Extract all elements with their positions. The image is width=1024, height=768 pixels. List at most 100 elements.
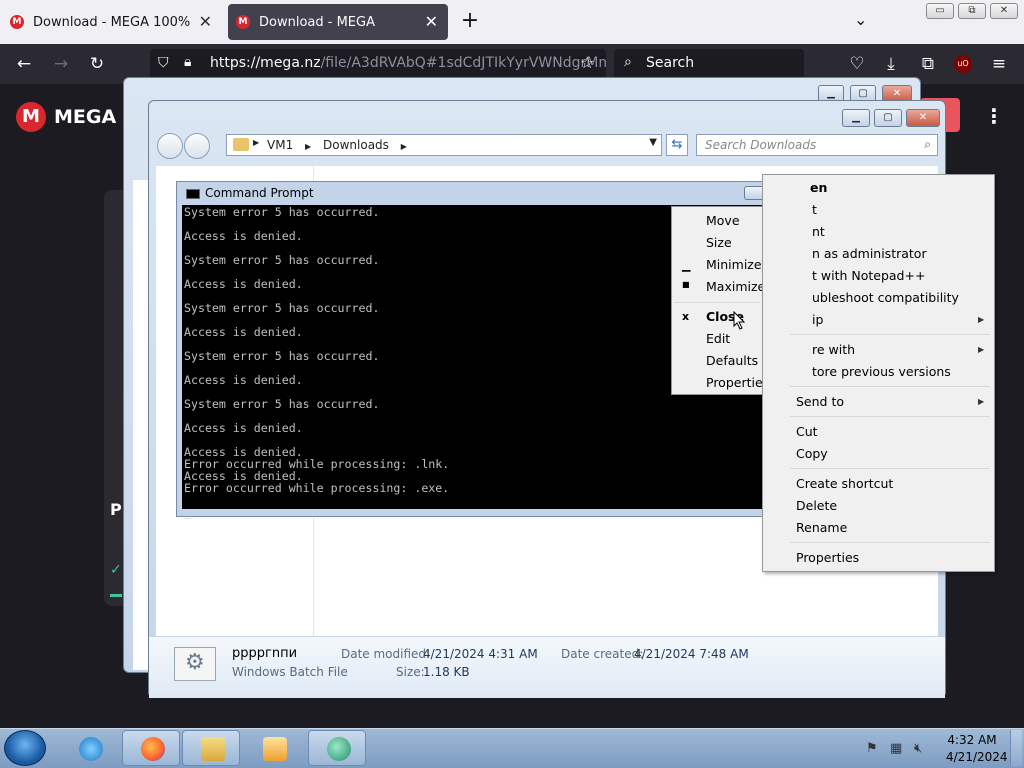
start-button[interactable] [4, 730, 46, 766]
search-downloads-input[interactable]: Search Downloads ⌕ [696, 134, 938, 156]
minimize-glyph-icon: ▁ [682, 259, 691, 272]
close-tab-icon[interactable]: ✕ [425, 12, 438, 31]
menu-item-properties[interactable]: Properties [796, 550, 859, 565]
media-player-icon [263, 737, 287, 761]
menu-item-copy[interactable]: Copy [796, 446, 828, 461]
back-button[interactable] [157, 133, 183, 159]
menu-item-delete[interactable]: Delete [796, 498, 837, 513]
maximize-button[interactable]: ▢ [874, 109, 902, 127]
menu-separator [790, 334, 990, 335]
console-line: Access is denied. [184, 277, 303, 291]
console-line: System error 5 has occurred. [184, 349, 380, 363]
taskbar-explorer[interactable] [182, 730, 240, 766]
console-line: Access is denied. [184, 421, 303, 435]
more-options-icon[interactable]: ⋮ [984, 104, 1004, 128]
breadcrumb-arrow-icon[interactable]: ▶ [401, 142, 407, 151]
clock-time[interactable]: 4:32 AM [946, 733, 998, 747]
minimize-button[interactable] [744, 186, 764, 200]
ublock-origin-icon[interactable]: uO [954, 55, 972, 73]
size-label: Size: [396, 665, 425, 679]
breadcrumb-downloads[interactable]: Downloads [323, 138, 389, 152]
console-line: Access is denied. [184, 325, 303, 339]
menu-item-share-with[interactable]: re with [812, 342, 855, 357]
close-button[interactable]: ✕ [906, 109, 940, 127]
taskbar-firefox[interactable] [122, 730, 180, 766]
back-arrow-icon[interactable]: ← [13, 54, 35, 74]
tab-download-mega[interactable]: M Download - MEGA ✕ [228, 4, 448, 40]
menu-item-print[interactable]: nt [812, 224, 825, 239]
console-line: Access is denied. [184, 373, 303, 387]
batch-file-icon [174, 647, 216, 681]
show-desktop-button[interactable] [1010, 730, 1022, 766]
menu-item-open[interactable]: en [810, 180, 827, 195]
menu-item-rename[interactable]: Rename [796, 520, 847, 535]
shield-icon[interactable]: ⛉ [158, 55, 169, 71]
downloads-icon[interactable]: ⤓ [880, 54, 902, 74]
address-dropdown-icon[interactable]: ▼ [649, 137, 657, 148]
date-created-value: 4/21/2024 7:48 AM [634, 647, 749, 661]
submenu-arrow-icon: ▶ [978, 315, 985, 324]
restore-window-button[interactable]: ⧉ [958, 3, 986, 19]
clock-date[interactable]: 4/21/2024 [946, 750, 1008, 764]
breadcrumb-arrow-icon[interactable]: ▶ [305, 142, 311, 151]
date-modified-value: 4/21/2024 4:31 AM [423, 647, 538, 661]
menu-item-move[interactable]: Move [706, 213, 740, 228]
search-placeholder: Search Downloads [705, 138, 817, 152]
pocket-icon[interactable]: ♡ [846, 54, 868, 74]
minimize-window-button[interactable]: ▭ [926, 3, 954, 19]
forward-arrow-icon[interactable]: → [50, 54, 72, 74]
forward-button[interactable] [184, 133, 210, 159]
menu-item-edit[interactable]: Edit [706, 331, 730, 346]
menu-hamburger-icon[interactable]: ≡ [988, 54, 1010, 74]
menu-item-properties[interactable]: Properties [706, 375, 769, 390]
bookmark-star-icon[interactable]: ☆ [580, 53, 594, 72]
breadcrumb-arrow-icon[interactable]: ▶ [253, 138, 259, 147]
mega-logo[interactable]: M [16, 102, 46, 132]
maximize-glyph-icon: ■ [682, 280, 690, 289]
console-line: _ [184, 505, 191, 519]
search-input[interactable]: ⌕ Search [614, 49, 804, 79]
menu-item-create-shortcut[interactable]: Create shortcut [796, 476, 893, 491]
console-line: System error 5 has occurred. [184, 205, 380, 219]
url-bar[interactable]: https://mega.nz/file/A3dRVAbQ#1sdCdJTIkY… [150, 49, 606, 79]
extensions-icon[interactable]: ⧉ [917, 54, 939, 74]
menu-item-troubleshoot-compatibility[interactable]: ubleshoot compatibility [812, 290, 959, 305]
progress-bar [110, 594, 122, 597]
close-tab-icon[interactable]: ✕ [199, 12, 212, 31]
refresh-icon[interactable]: ⇆ [666, 134, 688, 156]
network-icon[interactable]: ▦ [890, 741, 902, 756]
menu-item-edit[interactable]: t [812, 202, 817, 217]
close-window-button[interactable]: ✕ [990, 3, 1018, 19]
breadcrumb-vm1[interactable]: VM1 [267, 138, 293, 152]
mega-brand-name[interactable]: MEGA [54, 106, 116, 128]
menu-separator [790, 386, 990, 387]
volume-muted-icon[interactable]: 🔇︎ [914, 741, 922, 756]
address-bar[interactable]: ▶ VM1 ▶ Downloads ▶ ▼ [226, 134, 662, 156]
menu-item-cut[interactable]: Cut [796, 424, 818, 439]
menu-item-run-as-administrator[interactable]: n as administrator [812, 246, 927, 261]
taskbar-internet-explorer[interactable] [60, 730, 118, 766]
action-center-flag-icon[interactable]: ⚑ [866, 741, 878, 756]
lock-icon[interactable]: 🔒︎ [184, 54, 191, 70]
file-name: ppppгnпи [232, 646, 298, 661]
url-host: https://mega.nz [210, 55, 321, 71]
menu-item-defaults[interactable]: Defaults [706, 353, 758, 368]
menu-item-size[interactable]: Size [706, 235, 732, 250]
new-tab-button[interactable]: + [458, 8, 482, 36]
menu-separator [790, 416, 990, 417]
taskbar-command-prompt[interactable] [308, 730, 366, 766]
reload-icon[interactable]: ↻ [86, 54, 108, 74]
menu-item-maximize[interactable]: Maximize [706, 279, 765, 294]
menu-item-7zip[interactable]: ip [812, 312, 823, 327]
menu-item-restore-previous-versions[interactable]: tore previous versions [812, 364, 951, 379]
list-all-tabs-chevron-icon[interactable]: ⌄ [854, 10, 867, 29]
console-line: System error 5 has occurred. [184, 253, 380, 267]
menu-item-send-to[interactable]: Send to [796, 394, 844, 409]
tab-download-mega-100[interactable]: M Download - MEGA 100% ✕ [2, 4, 222, 40]
menu-item-minimize[interactable]: Minimize [706, 257, 762, 272]
minimize-button[interactable]: ▁ [842, 109, 870, 127]
menu-item-edit-with-notepad[interactable]: t with Notepad++ [812, 268, 925, 283]
cmd-icon[interactable] [186, 189, 200, 199]
taskbar-media-player[interactable] [244, 730, 302, 766]
explorer-nav-arrows[interactable] [157, 133, 211, 162]
